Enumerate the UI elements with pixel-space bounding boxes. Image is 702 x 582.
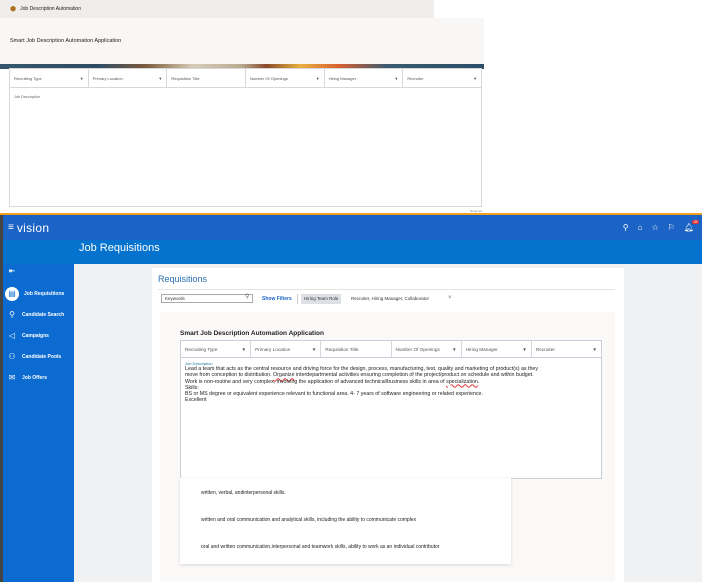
hamburger-menu-icon[interactable]: ≡ <box>8 222 14 233</box>
job-description-label: Job Description <box>14 95 41 99</box>
requisition-title-input[interactable]: Requisition Title <box>321 341 392 357</box>
caret-down-icon: ▼ <box>79 75 84 81</box>
suggestion-item[interactable]: oral and written communication,interpers… <box>201 544 439 550</box>
requisition-title-input[interactable]: Requisition Title <box>167 69 247 87</box>
collapse-sidebar-icon[interactable]: ⇤ <box>9 267 15 275</box>
vision-logo: vision <box>16 220 50 235</box>
primary-location-select[interactable]: Primary Location ▼ <box>251 341 322 357</box>
job-description-textarea[interactable]: Job Description Lead a team that acts as… <box>180 358 602 479</box>
remove-filter-icon[interactable]: × <box>448 295 452 301</box>
keywords-input[interactable]: Keywords <box>161 294 253 303</box>
sidebar-item-candidate-pools[interactable]: ⚇ Candidate Pools <box>7 352 61 361</box>
caret-down-icon: ▼ <box>592 346 598 352</box>
star-icon[interactable]: ☆ <box>652 223 659 232</box>
top-app-heading: Smart Job Description Automation Applica… <box>10 38 122 44</box>
filter-chip-label[interactable]: Hiring Team Role <box>301 294 342 304</box>
notification-badge: 25 <box>692 220 699 224</box>
top-app-header: ⬢ Job Description Automation <box>0 0 434 18</box>
page-title: Job Requisitions <box>79 242 160 254</box>
suggestion-item[interactable]: written, verbal, andinterpersonal skills… <box>201 490 286 496</box>
top-fields-row: Recruiting Type ▼ Primary Location ▼ Requi… <box>9 68 482 88</box>
search-icon: ⚲ <box>9 310 15 319</box>
job-offers-icon: ✉ <box>8 373 16 382</box>
recruiting-type-select[interactable]: Recruiting Type ▼ <box>181 341 252 357</box>
top-job-description-textarea[interactable]: Job Description <box>9 88 482 207</box>
caret-down-icon: ▼ <box>311 346 317 352</box>
notifications-icon[interactable]: 🔔︎ 25 <box>684 220 699 232</box>
requisitions-icon: ▤ <box>5 287 19 301</box>
home-icon[interactable]: ⌂ <box>638 223 643 232</box>
caret-down-icon: ▼ <box>158 75 163 81</box>
hiring-manager-select[interactable]: Hiring Manager ▼ <box>325 69 404 87</box>
divider <box>158 289 615 290</box>
recruiter-select[interactable]: Recruiter ▼ <box>532 341 601 357</box>
hiring-manager-select[interactable]: Hiring Manager ▼ <box>462 341 532 357</box>
sidebar-item-candidate-search[interactable]: ⚲ Candidate Search <box>7 310 64 319</box>
sidebar: ⇤ ▤ Job Requisitions ⚲ Candidate Search ◁ C… <box>0 264 74 582</box>
embedded-fields-row: Recruiting Type ▼ Primary Location ▼ Requi… <box>180 340 602 358</box>
caret-down-icon: ▼ <box>315 75 320 81</box>
top-app-title: Job Description Automation <box>20 6 81 12</box>
jd-line: Excellent <box>185 397 207 404</box>
divider <box>297 294 298 304</box>
number-of-openings-select[interactable]: Number Of Openings ▼ <box>246 69 325 87</box>
app-logo-icon: ⬢ <box>10 6 17 13</box>
number-of-openings-select[interactable]: Number Of Openings ▼ <box>392 341 462 357</box>
recruiting-type-select[interactable]: Recruiting Type ▼ <box>10 69 89 87</box>
window-edge <box>0 215 3 582</box>
suggestion-item[interactable]: written and oral communication and analy… <box>201 517 416 523</box>
sidebar-item-job-offers[interactable]: ✉ Job Offers <box>7 373 47 382</box>
caret-down-icon: ▼ <box>394 75 399 81</box>
people-icon: ⚇ <box>8 352 16 361</box>
navbar: ≡ vision ⚲ ⌂ ☆ ⚐ 🔔︎ 25 <box>0 215 702 240</box>
show-filters-link[interactable]: Show Filters <box>262 296 292 302</box>
caret-down-icon: ▼ <box>241 346 247 352</box>
caret-down-icon: ▼ <box>452 346 457 352</box>
primary-location-select[interactable]: Primary Location ▼ <box>89 69 168 87</box>
suggestion-list: written, verbal, andinterpersonal skills… <box>180 478 511 564</box>
flag-icon[interactable]: ⚐ <box>668 223 675 232</box>
filter-chip-value: Recruiter, Hiring Manager, Collaborator <box>351 296 430 301</box>
embedded-app-title: Smart Job Description Automation Applica… <box>180 330 324 337</box>
search-icon[interactable]: ⚲ <box>623 223 629 232</box>
caret-down-icon: ▼ <box>473 75 478 81</box>
requisitions-title: Requisitions <box>158 274 208 284</box>
search-icon[interactable]: ⚲ <box>245 293 249 300</box>
recruiter-select[interactable]: Recruiter ▼ <box>403 69 481 87</box>
sidebar-item-campaigns[interactable]: ◁ Campaigns <box>7 331 49 340</box>
megaphone-icon: ◁ <box>8 331 16 340</box>
caret-down-icon: ▼ <box>522 346 527 352</box>
sidebar-item-job-requisitions[interactable]: ▤ Job Requisitions <box>5 287 64 301</box>
